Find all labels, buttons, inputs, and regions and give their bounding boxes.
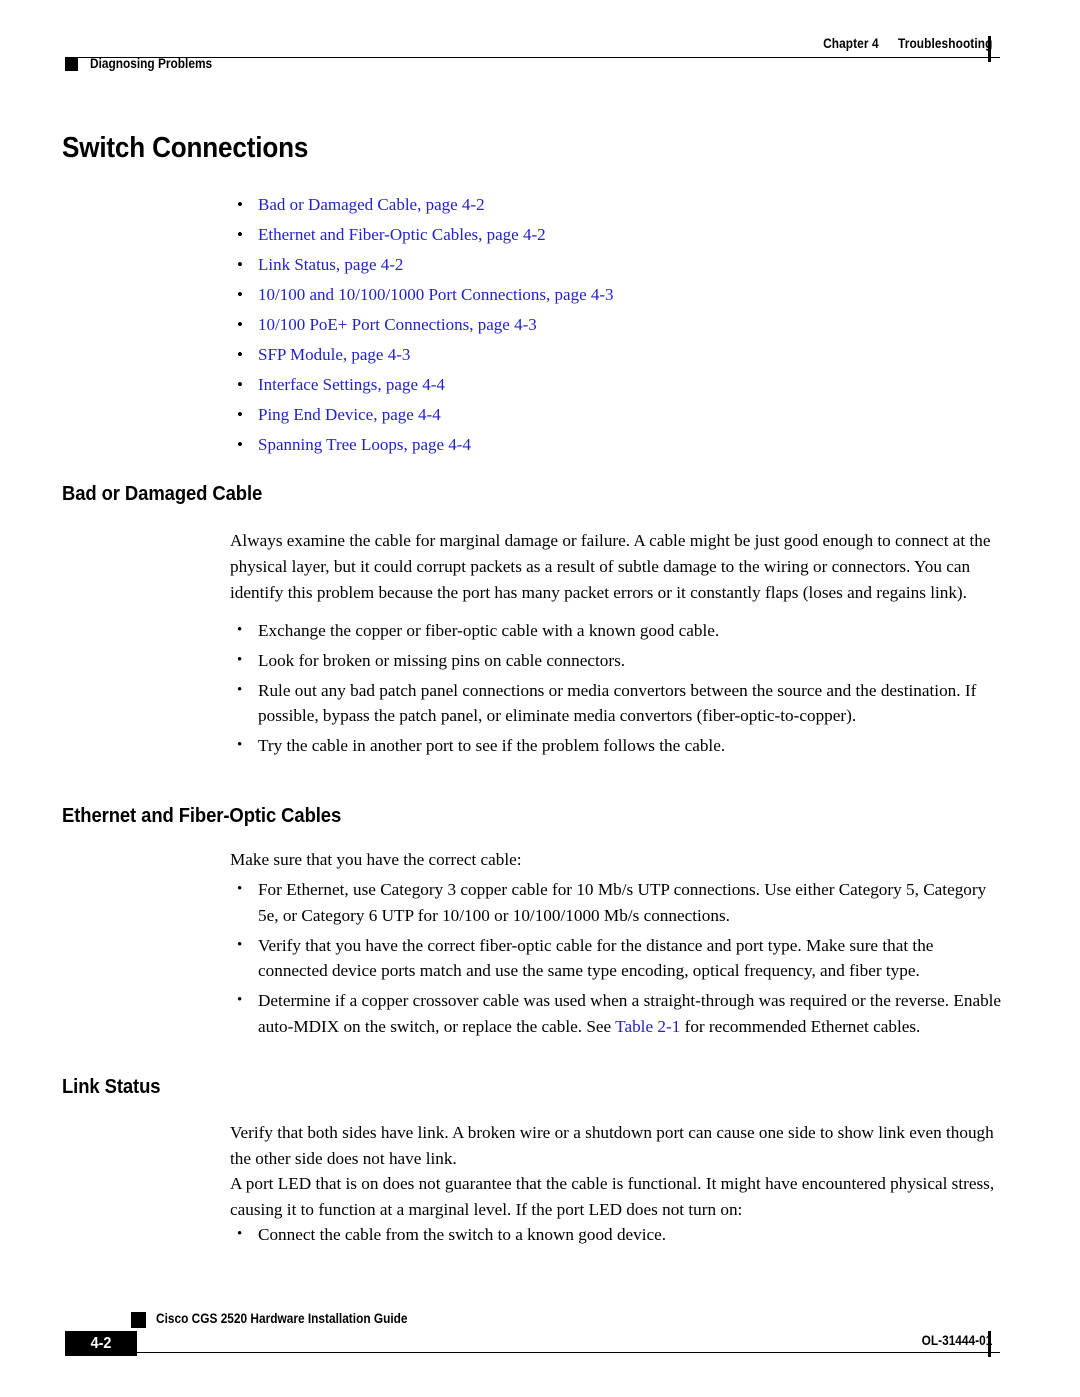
table-cross-reference-link[interactable]: Table 2-1 (615, 1017, 680, 1036)
bullet-glyph: • (237, 622, 243, 638)
list-item[interactable]: • 10/100 and 10/100/1000 Port Connection… (237, 280, 997, 310)
link-label[interactable]: Spanning Tree Loops, page 4-4 (258, 435, 471, 454)
running-head-left: Diagnosing Problems (90, 56, 213, 71)
list-item[interactable]: • Ping End Device, page 4-4 (237, 400, 997, 430)
link-label[interactable]: Bad or Damaged Cable, page 4-2 (258, 195, 485, 214)
bullet-glyph: • (237, 315, 243, 334)
paragraph-bad-cable-intro: Always examine the cable for marginal da… (230, 531, 991, 602)
bullet-list-bad-cable: • Exchange the copper or fiber-optic cab… (237, 618, 1005, 763)
list-item-text: Try the cable in another port to see if … (258, 736, 726, 756)
bullet-list-link-status: • Connect the cable from the switch to a… (237, 1222, 1005, 1252)
footer-square-marker (131, 1312, 146, 1328)
list-item: • Determine if a copper crossover cable … (237, 988, 1005, 1040)
page-header: Chapter 4 Troubleshooting Diagnosing Prob… (0, 0, 1080, 90)
link-label[interactable]: Link Status, page 4-2 (258, 255, 403, 274)
list-item: • Exchange the copper or fiber-optic cab… (237, 618, 1005, 644)
page-title: Switch Connections (62, 132, 309, 164)
footer-edge-marker (988, 1331, 991, 1357)
list-item-text: Look for broken or missing pins on cable… (258, 650, 626, 670)
list-item[interactable]: • Ethernet and Fiber-Optic Cables, page … (237, 220, 997, 250)
footer-divider (65, 1352, 1000, 1353)
bullet-glyph: • (237, 405, 243, 424)
list-item-text: Determine if a copper crossover cable wa… (258, 991, 1001, 1036)
page-number: 4-2 (90, 1335, 112, 1352)
list-item[interactable]: • Spanning Tree Loops, page 4-4 (237, 430, 997, 460)
header-edge-marker (988, 36, 991, 62)
document-page: Chapter 4 Troubleshooting Diagnosing Prob… (0, 0, 1080, 1397)
list-item-text: Verify that you have the correct fiber-o… (258, 935, 934, 981)
header-chapter-title: Troubleshooting (897, 36, 992, 51)
link-label[interactable]: Interface Settings, page 4-4 (258, 375, 445, 394)
bullet-glyph: • (237, 375, 243, 394)
section-heading-bad-cable: Bad or Damaged Cable (62, 482, 263, 505)
bullet-glyph: • (237, 737, 243, 754)
document-id: OL-31444-01 (921, 1333, 992, 1348)
paragraph-link-status-2: A port LED that is on does not guarantee… (230, 1174, 995, 1219)
paragraph-ethernet-intro: Make sure that you have the correct cabl… (230, 850, 522, 869)
list-item: • Look for broken or missing pins on cab… (237, 648, 1005, 674)
bullet-glyph: • (237, 651, 243, 668)
list-item[interactable]: • Interface Settings, page 4-4 (237, 370, 997, 400)
bullet-list-ethernet-fiber: • For Ethernet, use Category 3 copper ca… (237, 877, 1005, 1044)
link-label[interactable]: SFP Module, page 4-3 (258, 345, 410, 364)
bullet-glyph: • (237, 936, 243, 953)
link-label[interactable]: Ping End Device, page 4-4 (258, 405, 441, 424)
list-item: • Connect the cable from the switch to a… (237, 1222, 1005, 1248)
list-item: • Try the cable in another port to see i… (237, 733, 1005, 759)
list-item[interactable]: • 10/100 PoE+ Port Connections, page 4-3 (237, 310, 997, 340)
list-item[interactable]: • SFP Module, page 4-3 (237, 340, 997, 370)
list-item-text: For Ethernet, use Category 3 copper cabl… (258, 880, 987, 925)
link-label[interactable]: Ethernet and Fiber-Optic Cables, page 4-… (258, 225, 546, 244)
bullet-glyph: • (237, 285, 243, 304)
bullet-glyph: • (237, 435, 243, 454)
bullet-glyph: • (237, 681, 243, 698)
list-item: • For Ethernet, use Category 3 copper ca… (237, 877, 1005, 929)
section-link-list: • Bad or Damaged Cable, page 4-2 • Ether… (237, 190, 997, 460)
link-label[interactable]: 10/100 PoE+ Port Connections, page 4-3 (258, 315, 537, 334)
list-item[interactable]: • Link Status, page 4-2 (237, 250, 997, 280)
bullet-glyph: • (237, 225, 243, 244)
bullet-glyph: • (237, 255, 243, 274)
bullet-glyph: • (237, 881, 243, 897)
list-item-text: Exchange the copper or fiber-optic cable… (258, 621, 720, 640)
list-item: • Verify that you have the correct fiber… (237, 933, 1005, 985)
paragraph-link-status-1: Verify that both sides have link. A brok… (230, 1123, 994, 1168)
bullet-glyph: • (237, 345, 243, 364)
link-label[interactable]: 10/100 and 10/100/1000 Port Connections,… (258, 285, 614, 304)
section-heading-ethernet-fiber: Ethernet and Fiber-Optic Cables (62, 804, 342, 827)
list-item-text-after: for recommended Ethernet cables. (680, 1016, 921, 1036)
list-item: • Rule out any bad patch panel connectio… (237, 678, 1005, 730)
bullet-glyph: • (237, 1226, 243, 1242)
list-item[interactable]: • Bad or Damaged Cable, page 4-2 (237, 190, 997, 220)
bullet-glyph: • (237, 195, 243, 214)
header-chapter-info: Chapter 4 Troubleshooting (823, 36, 992, 51)
page-footer (0, 1290, 1080, 1390)
list-item-text: Rule out any bad patch panel connections… (258, 680, 977, 726)
guide-title: Cisco CGS 2520 Hardware Installation Gui… (156, 1311, 408, 1326)
section-heading-link-status: Link Status (62, 1075, 161, 1098)
header-square-marker (65, 57, 78, 71)
header-chapter-label: Chapter 4 (822, 36, 879, 51)
bullet-glyph: • (237, 992, 243, 1009)
list-item-text: Connect the cable from the switch to a k… (258, 1225, 667, 1244)
